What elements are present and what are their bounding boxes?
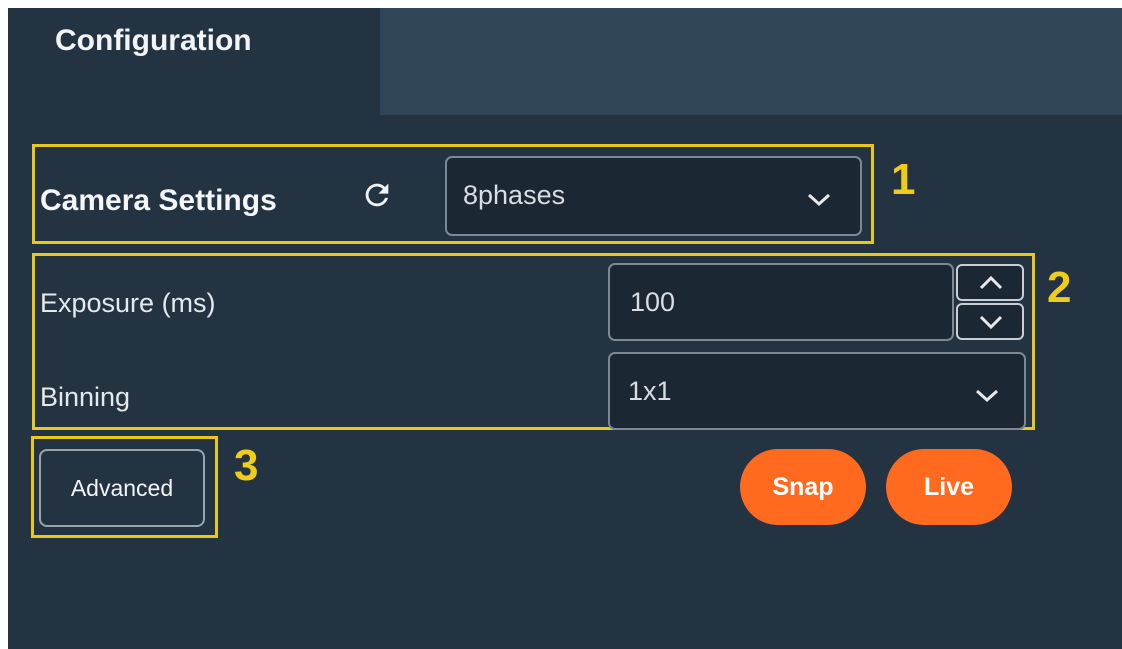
snap-button[interactable]: Snap <box>740 449 866 525</box>
exposure-increment-button[interactable] <box>956 264 1024 301</box>
refresh-button[interactable] <box>360 178 394 212</box>
tab-configuration[interactable]: Configuration <box>8 8 380 115</box>
annotation-number-3: 3 <box>234 441 259 490</box>
exposure-input[interactable]: 100 <box>608 263 954 341</box>
binning-select[interactable]: 1x1 <box>608 352 1026 430</box>
annotation-number-1: 1 <box>891 155 916 204</box>
binning-label: Binning <box>40 382 131 412</box>
exposure-decrement-button[interactable] <box>956 303 1024 340</box>
configuration-panel: Configuration 1 Camera Settings 8phases … <box>8 8 1122 649</box>
chevron-down-icon <box>979 315 1003 330</box>
binning-value: 1x1 <box>628 376 672 406</box>
chevron-up-icon <box>979 275 1003 290</box>
chevron-down-icon <box>975 389 999 403</box>
camera-preset-value: 8phases <box>463 180 566 210</box>
camera-preset-select[interactable]: 8phases <box>445 156 862 236</box>
chevron-down-icon <box>807 193 831 207</box>
live-button[interactable]: Live <box>886 449 1012 525</box>
exposure-label: Exposure (ms) <box>40 288 216 318</box>
exposure-stepper <box>956 264 1026 342</box>
advanced-button[interactable]: Advanced <box>39 449 205 527</box>
refresh-icon <box>365 183 389 207</box>
annotation-number-2: 2 <box>1047 263 1072 312</box>
tab-label: Configuration <box>55 24 252 57</box>
camera-settings-title: Camera Settings <box>40 184 277 217</box>
